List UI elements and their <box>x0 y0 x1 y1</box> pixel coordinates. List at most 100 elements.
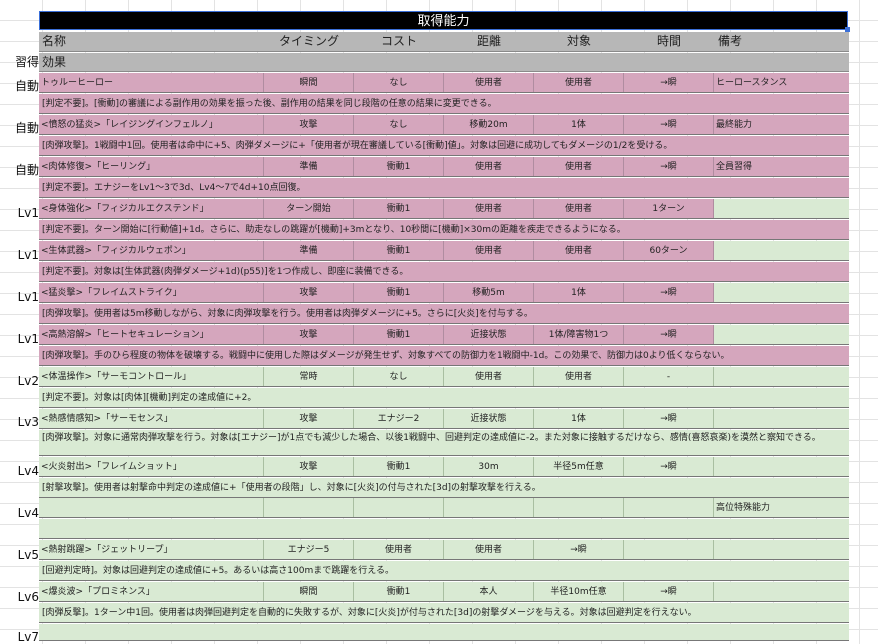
cell-note[interactable] <box>714 283 849 302</box>
cell-range[interactable]: 移動20m <box>444 115 534 134</box>
cell-time[interactable]: →瞬 <box>624 582 714 601</box>
cell-cost[interactable]: 衝動1 <box>354 582 444 601</box>
cell-name[interactable]: <体温操作>「サーモコントロール」 <box>39 367 264 386</box>
cell-effect[interactable]: [射撃攻撃]。使用者は射撃命中判定の達成値に+「使用者の段階」し、対象に[火炎]… <box>42 478 846 498</box>
cell-effect[interactable]: [肉弾攻撃]。使用者は5m移動しながら、対象に肉弾攻撃を行う。使用者は肉弾ダメー… <box>42 304 846 324</box>
cell-timing[interactable]: 瞬間 <box>264 73 354 92</box>
cell-target[interactable]: 使用者 <box>534 241 624 260</box>
cell-time[interactable]: 1ターン <box>624 199 714 218</box>
cell-time[interactable]: →瞬 <box>624 283 714 302</box>
cell-timing[interactable]: 攻撃 <box>264 325 354 344</box>
cell-effect[interactable]: [判定不要]。対象は[生体武器(肉弾ダメージ+1d)(p55)]を1つ作成し、即… <box>42 262 846 282</box>
cell-timing[interactable]: 攻撃 <box>264 283 354 302</box>
cell-cost[interactable]: なし <box>354 73 444 92</box>
cell-cost[interactable]: 衝動1 <box>354 325 444 344</box>
cell-note[interactable] <box>714 409 849 428</box>
cell-effect[interactable]: [回避判定時]。対象は回避判定の達成値に+5。あるいは高さ100mまで跳躍を行え… <box>42 561 846 581</box>
cell-note[interactable]: ヒーロースタンス <box>714 73 849 92</box>
cell-cost[interactable]: 衝動1 <box>354 157 444 176</box>
cell-name[interactable]: <熱射跳躍>「ジェットリープ」 <box>39 540 264 559</box>
cell-target[interactable]: 半径10m任意 <box>534 582 624 601</box>
cell-cost[interactable]: 使用者 <box>354 540 444 559</box>
cell-name[interactable]: <身体強化>「フィジカルエクステンド」 <box>39 199 264 218</box>
cell-time[interactable]: →瞬 <box>624 73 714 92</box>
cell-target[interactable]: 半径5m任意 <box>534 457 624 476</box>
cell-time[interactable]: →瞬 <box>624 409 714 428</box>
cell-target[interactable]: →瞬 <box>534 540 624 559</box>
cell-range[interactable]: 近接状態 <box>444 325 534 344</box>
cell-range[interactable] <box>444 498 534 517</box>
cell-cost[interactable]: なし <box>354 115 444 134</box>
cell-cost[interactable]: 衝動1 <box>354 199 444 218</box>
cell-effect[interactable]: [肉弾攻撃]。手のひら程度の物体を破壊する。戦闘中に使用した際はダメージが発生せ… <box>42 346 846 366</box>
cell-note[interactable]: 最終能力 <box>714 115 849 134</box>
cell-timing[interactable]: 攻撃 <box>264 457 354 476</box>
cell-target[interactable]: 使用者 <box>534 73 624 92</box>
cell-cost[interactable]: なし <box>354 367 444 386</box>
cell-time[interactable]: →瞬 <box>624 115 714 134</box>
cell-range[interactable]: 近接状態 <box>444 409 534 428</box>
cell-timing[interactable]: 準備 <box>264 241 354 260</box>
cell-effect[interactable]: [判定不要]。[衝動]の審議による副作用の効果を振った後、副作用の結果を同じ段階… <box>42 94 846 114</box>
sheet-title[interactable]: 取得能力 <box>39 11 848 30</box>
cell-cost[interactable] <box>354 498 444 517</box>
cell-range[interactable]: 本人 <box>444 582 534 601</box>
cell-effect[interactable]: [肉弾反撃]。1ターン中1回。使用者は肉弾回避判定を自動的に失敗するが、対象に[… <box>42 603 846 623</box>
cell-effect[interactable]: [判定不要]。対象は[肉体][機動]判定の達成値に+2。 <box>42 388 846 408</box>
cell-range[interactable]: 使用者 <box>444 73 534 92</box>
cell-timing[interactable]: エナジー5 <box>264 540 354 559</box>
cell-time[interactable]: →瞬 <box>624 325 714 344</box>
cell-timing[interactable] <box>264 498 354 517</box>
empty-row[interactable] <box>39 624 849 641</box>
cell-effect[interactable]: [肉弾攻撃]。1戦闘中1回。使用者は命中に+5、肉弾ダメージに+「使用者が現在審… <box>42 136 846 156</box>
cell-timing[interactable]: 攻撃 <box>264 409 354 428</box>
cell-note[interactable]: 高位特殊能力 <box>714 498 849 517</box>
cell-note[interactable] <box>714 457 849 476</box>
cell-timing[interactable]: 瞬間 <box>264 582 354 601</box>
cell-target[interactable]: 使用者 <box>534 157 624 176</box>
cell-range[interactable]: 使用者 <box>444 540 534 559</box>
cell-name[interactable]: <火炎射出>「フレイムショット」 <box>39 457 264 476</box>
cell-time[interactable]: - <box>624 367 714 386</box>
cell-name[interactable]: <熱感情感知>「サーモセンス」 <box>39 409 264 428</box>
cell-name[interactable]: <高熱溶解>「ヒートセキュレーション」 <box>39 325 264 344</box>
cell-cost[interactable]: 衝動1 <box>354 241 444 260</box>
cell-name[interactable]: <生体武器>「フィジカルウェポン」 <box>39 241 264 260</box>
cell-note[interactable] <box>714 325 849 344</box>
cell-time[interactable] <box>624 498 714 517</box>
cell-range[interactable]: 移動5m <box>444 283 534 302</box>
cell-note[interactable] <box>714 540 849 559</box>
cell-target[interactable]: 1体 <box>534 409 624 428</box>
cell-name[interactable]: <猛炎撃>「フレイムストライク」 <box>39 283 264 302</box>
cell-time[interactable]: →瞬 <box>624 157 714 176</box>
cell-timing[interactable]: 常時 <box>264 367 354 386</box>
cell-name[interactable]: <憤怒の猛炎>「レイジングインフェルノ」 <box>39 115 264 134</box>
cell-name[interactable]: <肉体修復>「ヒーリング」 <box>39 157 264 176</box>
cell-target[interactable]: 使用者 <box>534 199 624 218</box>
cell-range[interactable]: 使用者 <box>444 199 534 218</box>
cell-range[interactable]: 30m <box>444 457 534 476</box>
cell-target[interactable] <box>534 498 624 517</box>
cell-effect[interactable]: [判定不要]。ターン開始に[行動値]+1d。さらに、助走なしの跳躍が[機動]+3… <box>42 220 846 240</box>
cell-target[interactable]: 1体 <box>534 283 624 302</box>
cell-time[interactable]: →瞬 <box>624 457 714 476</box>
cell-cost[interactable]: エナジー2 <box>354 409 444 428</box>
cell-timing[interactable]: 攻撃 <box>264 115 354 134</box>
cell-cost[interactable]: 衝動1 <box>354 283 444 302</box>
cell-time[interactable]: 60ターン <box>624 241 714 260</box>
cell-note[interactable] <box>714 241 849 260</box>
cell-note[interactable]: 全員習得 <box>714 157 849 176</box>
cell-name[interactable] <box>39 498 264 517</box>
cell-effect[interactable]: [肉弾攻撃]。対象に通常肉弾攻撃を行う。対象は[エナジー]が1点でも減少した場合… <box>42 432 846 444</box>
cell-target[interactable]: 1体 <box>534 115 624 134</box>
cell-timing[interactable]: 準備 <box>264 157 354 176</box>
cell-range[interactable]: 使用者 <box>444 241 534 260</box>
cell-range[interactable]: 使用者 <box>444 367 534 386</box>
cell-target[interactable]: 使用者 <box>534 367 624 386</box>
cell-time[interactable] <box>624 540 714 559</box>
cell-name[interactable]: トゥルーヒーロー <box>39 73 264 92</box>
cell-effect[interactable]: [判定不要]。エナジーをLv1～3で3d、Lv4～7で4d+10点回復。 <box>42 178 846 198</box>
cell-note[interactable] <box>714 199 849 218</box>
cell-name[interactable]: <爆炎波>「プロミネンス」 <box>39 582 264 601</box>
cell-cost[interactable]: 衝動1 <box>354 457 444 476</box>
